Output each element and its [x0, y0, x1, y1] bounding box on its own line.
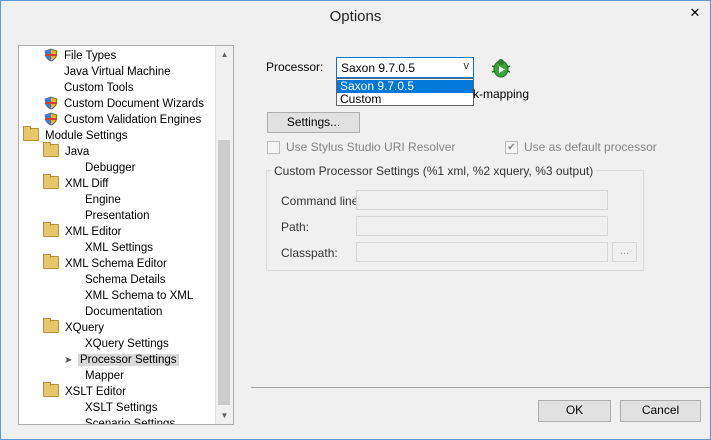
processor-select-value: Saxon 9.7.0.5	[341, 61, 416, 75]
tree-item[interactable]: File Types	[43, 48, 118, 64]
classpath-input[interactable]	[356, 242, 608, 262]
tree-item-label: Presentation	[85, 210, 150, 222]
options-tree[interactable]: File Types Java Virtual Machine Custom Too…	[18, 45, 234, 425]
checkmark-icon: ✔	[505, 140, 518, 154]
tree-item[interactable]: XML Schema to XML	[64, 288, 195, 304]
tree-item[interactable]: XML Editor	[43, 222, 123, 240]
tree-item-label: Module Settings	[45, 130, 128, 142]
tree-item[interactable]: XSLT Settings	[64, 400, 159, 416]
tree-item[interactable]: XML Settings	[64, 240, 155, 256]
folder-icon	[43, 318, 59, 333]
command-line-label: Command line:	[281, 194, 362, 208]
folder-icon	[43, 254, 59, 269]
scroll-up-icon[interactable]: ▲	[216, 46, 233, 63]
tree-item-label: Engine	[85, 194, 121, 206]
tree-item[interactable]: XML Schema Editor	[43, 254, 169, 272]
tree-item[interactable]: Module Settings	[23, 126, 129, 144]
classpath-label: Classpath:	[281, 246, 338, 260]
tree-item-label: XML Schema Editor	[65, 258, 167, 270]
command-line-input[interactable]	[356, 190, 608, 210]
cancel-button[interactable]: Cancel	[620, 400, 701, 422]
options-dialog: Options ✕ File Types Java Virtual Machine…	[0, 0, 711, 440]
ok-button[interactable]: OK	[538, 400, 611, 422]
default-processor-label: Use as default processor	[524, 140, 657, 154]
tree-item-label: XML Schema to XML	[85, 290, 194, 302]
processor-label: Processor:	[266, 60, 324, 74]
shield-icon	[44, 48, 58, 62]
tree-item[interactable]: Java	[43, 142, 91, 160]
settings-button[interactable]: Settings...	[267, 112, 360, 133]
footer-separator	[251, 387, 711, 388]
uri-resolver-checkbox-box	[267, 140, 280, 154]
folder-icon	[23, 126, 39, 141]
tree-item[interactable]: XML Diff	[43, 174, 110, 192]
tree-item-label: Custom Validation Engines	[64, 114, 202, 126]
tree-scrollbar[interactable]: ▲ ▼	[215, 46, 233, 424]
tree-items: File Types Java Virtual Machine Custom Too…	[19, 46, 217, 425]
scroll-thumb[interactable]	[218, 140, 230, 405]
tree-item[interactable]: Documentation	[64, 304, 164, 320]
tree-item-label: Custom Document Wizards	[64, 98, 204, 110]
tree-item-label: Processor Settings	[78, 354, 179, 366]
tree-item[interactable]: Custom Tools	[43, 80, 135, 96]
uri-resolver-label: Use Stylus Studio URI Resolver	[286, 140, 456, 154]
tree-item-label: Mapper	[85, 370, 124, 382]
dialog-title: Options	[329, 8, 382, 25]
tree-item[interactable]: Scenario Settings	[64, 416, 177, 425]
folder-icon	[43, 142, 59, 157]
tree-item[interactable]: Java Virtual Machine	[43, 64, 173, 80]
tree-item-label: Scenario Settings	[85, 418, 176, 425]
tree-item-label: XML Diff	[65, 178, 109, 190]
tree-item[interactable]: XQuery	[43, 318, 106, 336]
tree-item-label: Documentation	[85, 306, 163, 318]
tree-item-label: XQuery	[65, 322, 104, 334]
shield-icon	[44, 96, 58, 110]
mapping-label: k-mapping	[473, 87, 530, 101]
tree-item[interactable]: Debugger	[64, 160, 138, 176]
tree-item[interactable]: Engine	[64, 192, 123, 208]
processor-dropdown-list: Saxon 9.7.0.5 Custom	[336, 78, 474, 106]
chevron-down-icon: v	[463, 60, 470, 72]
tree-item[interactable]: XQuery Settings	[64, 336, 171, 352]
shield-icon	[44, 112, 58, 126]
default-processor-checkbox[interactable]: ✔ Use as default processor	[505, 140, 657, 154]
tree-item[interactable]: Custom Validation Engines	[43, 112, 203, 128]
tree-item-label: XQuery Settings	[85, 338, 169, 350]
tree-item[interactable]: Custom Document Wizards	[43, 96, 206, 112]
tree-item-label: XSLT Settings	[85, 402, 158, 414]
tree-item[interactable]: Mapper	[64, 368, 126, 384]
folder-icon	[43, 174, 59, 189]
folder-icon	[43, 382, 59, 397]
close-button[interactable]: ✕	[680, 2, 710, 24]
processor-option-custom[interactable]: Custom	[337, 93, 473, 106]
tree-item[interactable]: Presentation	[64, 208, 152, 224]
title-bar: Options ✕	[1, 1, 710, 32]
tree-item-label: File Types	[64, 50, 117, 62]
uri-resolver-checkbox[interactable]: Use Stylus Studio URI Resolver	[267, 140, 455, 154]
tree-item-label: Debugger	[85, 162, 136, 174]
scroll-down-icon[interactable]: ▼	[216, 407, 233, 424]
processor-select[interactable]: Saxon 9.7.0.5 v	[336, 57, 474, 78]
path-input[interactable]	[356, 216, 608, 236]
tree-item[interactable]: Schema Details	[64, 272, 168, 288]
custom-processor-group-title: Custom Processor Settings (%1 xml, %2 xq…	[271, 164, 597, 178]
tree-item-label: XSLT Editor	[65, 386, 126, 398]
tree-item-label: Java	[65, 146, 90, 158]
classpath-browse-button[interactable]: ...	[612, 242, 637, 262]
tree-item-label: XML Editor	[65, 226, 122, 238]
tree-item-label: Custom Tools	[64, 82, 134, 94]
tree-item-label: Schema Details	[85, 274, 166, 286]
tree-item-label: Java Virtual Machine	[64, 66, 171, 78]
path-label: Path:	[281, 220, 310, 234]
tree-item[interactable]: XSLT Editor	[43, 382, 128, 400]
arrow-right-icon: ➤	[64, 355, 73, 366]
bug-icon[interactable]	[489, 56, 513, 80]
tree-item-label: XML Settings	[85, 242, 153, 254]
close-icon: ✕	[689, 5, 701, 20]
folder-icon	[43, 222, 59, 237]
tree-item[interactable]: ➤ Processor Settings	[64, 352, 179, 368]
